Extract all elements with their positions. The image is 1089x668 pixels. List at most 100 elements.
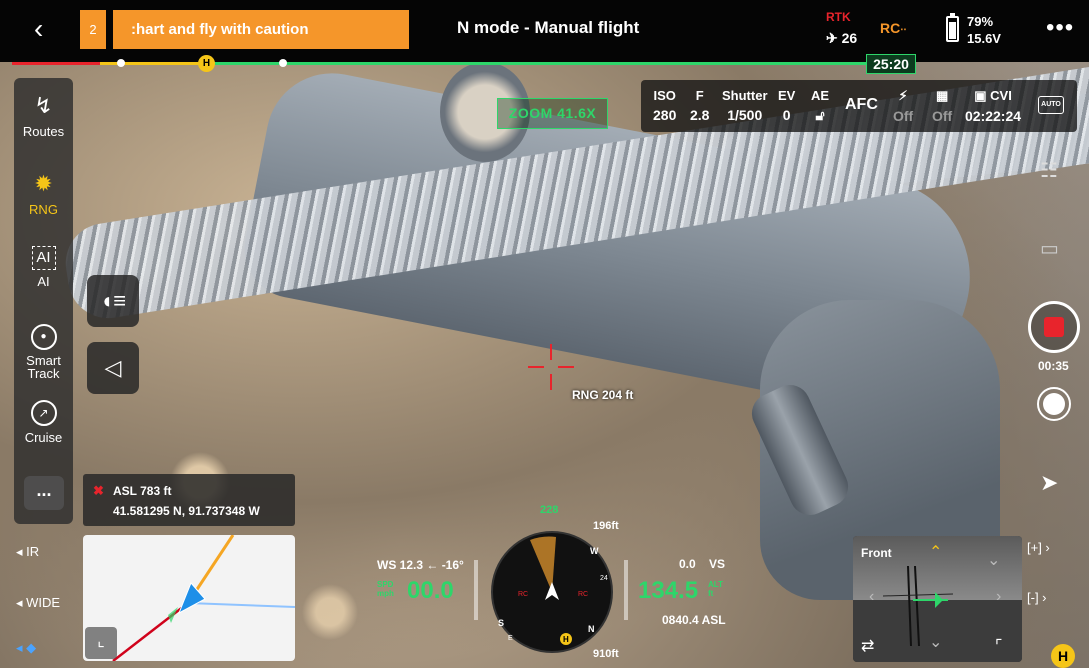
sd-card-icon: ▣: [974, 88, 987, 103]
svg-text:N: N: [588, 624, 595, 634]
sidebar-item-smart-track[interactable]: ● Smart Track: [14, 324, 73, 380]
storage-info[interactable]: ▣ CVI 02:22:24: [965, 88, 1021, 124]
flash-off-value: Off: [893, 108, 914, 124]
chevron-up-icon[interactable]: ⌃: [929, 542, 942, 562]
smart-track-icon: ●: [30, 324, 57, 350]
ev-setting[interactable]: EV 0: [778, 88, 795, 123]
sidebar-item-routes[interactable]: ↯ Routes: [14, 92, 73, 139]
battery-percent: 79%: [967, 14, 994, 29]
sidebar-more-button[interactable]: ...: [24, 476, 64, 510]
svg-text:24: 24: [600, 575, 608, 582]
zoom-out-button[interactable]: [-] ›: [1027, 590, 1047, 605]
camera-settings-icon[interactable]: ☷: [1040, 158, 1068, 186]
ev-value: 0: [782, 107, 791, 123]
reticle-bottom: [550, 374, 552, 390]
aperture-setting[interactable]: F 2.8: [690, 88, 709, 123]
wind-speed: WS 12.3 ← -16°: [377, 558, 464, 572]
top-bar: ‹ 2 :hart and fly with caution N mode - …: [0, 0, 1089, 62]
lat-lon: 41.581295 N, 91.737348 W: [113, 504, 260, 518]
camera-settings-panel[interactable]: ISO 280 F 2.8 Shutter 1/500 EV 0 AE 🔓︎ A…: [641, 80, 1077, 132]
rtk-label[interactable]: RTK: [826, 10, 851, 24]
rc-signal[interactable]: RC‧‧: [880, 20, 907, 36]
video-mode-icon[interactable]: ▭: [1040, 236, 1068, 264]
ae-label: AE: [811, 88, 830, 103]
speaker-button[interactable]: ◁: [87, 342, 139, 394]
lens-ir-label: IR: [26, 544, 40, 559]
speed-label: SPD: [377, 580, 394, 589]
photo-shutter-button[interactable]: [1037, 387, 1071, 421]
battery-icon[interactable]: [946, 13, 959, 42]
fpv-camera-view[interactable]: Front ⌃ ⌄ ‹ › ⇄ ⌄ ⌜: [853, 536, 1022, 662]
storage-label: CVI: [990, 88, 1012, 103]
auto-exposure-icon[interactable]: AUTO: [1038, 96, 1064, 114]
zoom-indicator[interactable]: ZOOM 41.6X: [497, 98, 608, 129]
warning-message[interactable]: :hart and fly with caution: [113, 10, 409, 49]
svg-text:RC: RC: [578, 591, 588, 598]
shutter-setting[interactable]: Shutter 1/500: [722, 88, 768, 123]
laser-range-readout: RNG 204 ft: [572, 388, 634, 402]
satellite-icon: ✈: [826, 30, 838, 46]
routes-icon: ↯: [34, 93, 53, 118]
overlay-setting[interactable]: ▦ Off: [932, 88, 952, 124]
horizontal-speed: 00.0: [407, 577, 454, 604]
svg-text:RC: RC: [518, 591, 528, 598]
corner-icon[interactable]: ⌜: [995, 636, 1003, 656]
left-toolbar: ↯ Routes ✹ RNG AI AI ● Smart Track ↗ Cru…: [14, 78, 73, 524]
chevron-down-icon[interactable]: ⌄: [929, 632, 942, 652]
more-options-icon[interactable]: •••: [1046, 14, 1074, 42]
chevron-down-icon[interactable]: ⌄: [987, 550, 1000, 570]
sidebar-item-rng[interactable]: ✹ RNG: [14, 170, 73, 217]
home-icon[interactable]: H: [1051, 644, 1075, 668]
lens-ir-button[interactable]: ◂ IR: [16, 544, 39, 560]
sidebar-item-ai[interactable]: AI AI: [14, 246, 73, 289]
swap-icon[interactable]: ⇄: [861, 636, 874, 656]
aperture-label: F: [695, 88, 704, 103]
record-button[interactable]: [1028, 301, 1080, 353]
map-location-icon[interactable]: ◂ ◆: [16, 640, 36, 656]
flash-setting[interactable]: ⚡︎ Off: [893, 88, 913, 124]
alt-unit-label: ft: [708, 589, 714, 598]
sidebar-item-cruise[interactable]: ↗ Cruise: [14, 400, 73, 445]
speed-unit-label: mph: [377, 589, 394, 598]
corner-icon: ⌞: [97, 633, 105, 650]
altitude-bar: [624, 560, 628, 620]
attitude-compass[interactable]: W 24 S E N RC RC H: [490, 530, 614, 654]
asl-value: 0840.4 ASL: [662, 613, 726, 627]
beam-light-button[interactable]: ◖≡: [87, 275, 139, 327]
storage-time: 02:22:24: [965, 108, 1022, 124]
sidebar-item-label: Smart Track: [26, 353, 61, 381]
home-distance-top: 196ft: [593, 520, 619, 532]
cruise-icon: ↗: [30, 400, 57, 426]
ae-lock-setting[interactable]: AE 🔓︎: [811, 88, 829, 124]
alt-label: ALT: [708, 580, 723, 589]
back-icon[interactable]: ‹: [34, 14, 43, 44]
progress-marker: [279, 59, 287, 67]
svg-text:E: E: [508, 635, 513, 642]
zoom-in-button[interactable]: [+] ›: [1027, 540, 1050, 555]
map-expand-button[interactable]: ⌞: [85, 627, 117, 659]
svg-text:S: S: [498, 618, 504, 628]
chevron-left-icon[interactable]: ‹: [869, 588, 874, 606]
svg-text:H: H: [563, 635, 569, 644]
vs-label: VS: [709, 557, 726, 571]
battery-progress-green: [210, 62, 870, 65]
chevron-right-icon[interactable]: ›: [996, 588, 1001, 606]
beam-light-icon: ◖≡: [99, 288, 127, 313]
iso-label: ISO: [653, 88, 676, 103]
satellite-count: 26: [841, 30, 858, 46]
vertical-speed: 0.0 VS: [679, 557, 725, 571]
svg-text:W: W: [590, 546, 599, 556]
focus-mode[interactable]: AFC: [845, 96, 878, 114]
home-point-icon: ✖: [93, 483, 104, 498]
position-panel: ✖ ASL 783 ft 41.581295 N, 91.737348 W: [83, 474, 295, 526]
rtk-satellite-count[interactable]: ✈ 26: [826, 30, 857, 47]
home-distance-bottom: 910ft: [593, 648, 619, 660]
iso-setting[interactable]: ISO 280: [653, 88, 676, 123]
warning-count-badge[interactable]: 2: [80, 10, 106, 49]
vs-value: 0.0: [679, 557, 696, 571]
recording-time: 00:35: [1038, 359, 1069, 373]
lens-wide-button[interactable]: ◂ WIDE: [16, 595, 60, 611]
fpv-label: Front: [861, 546, 892, 560]
mini-map[interactable]: ⌞: [83, 535, 295, 661]
navigation-arrow-icon[interactable]: ➤: [1040, 470, 1068, 498]
